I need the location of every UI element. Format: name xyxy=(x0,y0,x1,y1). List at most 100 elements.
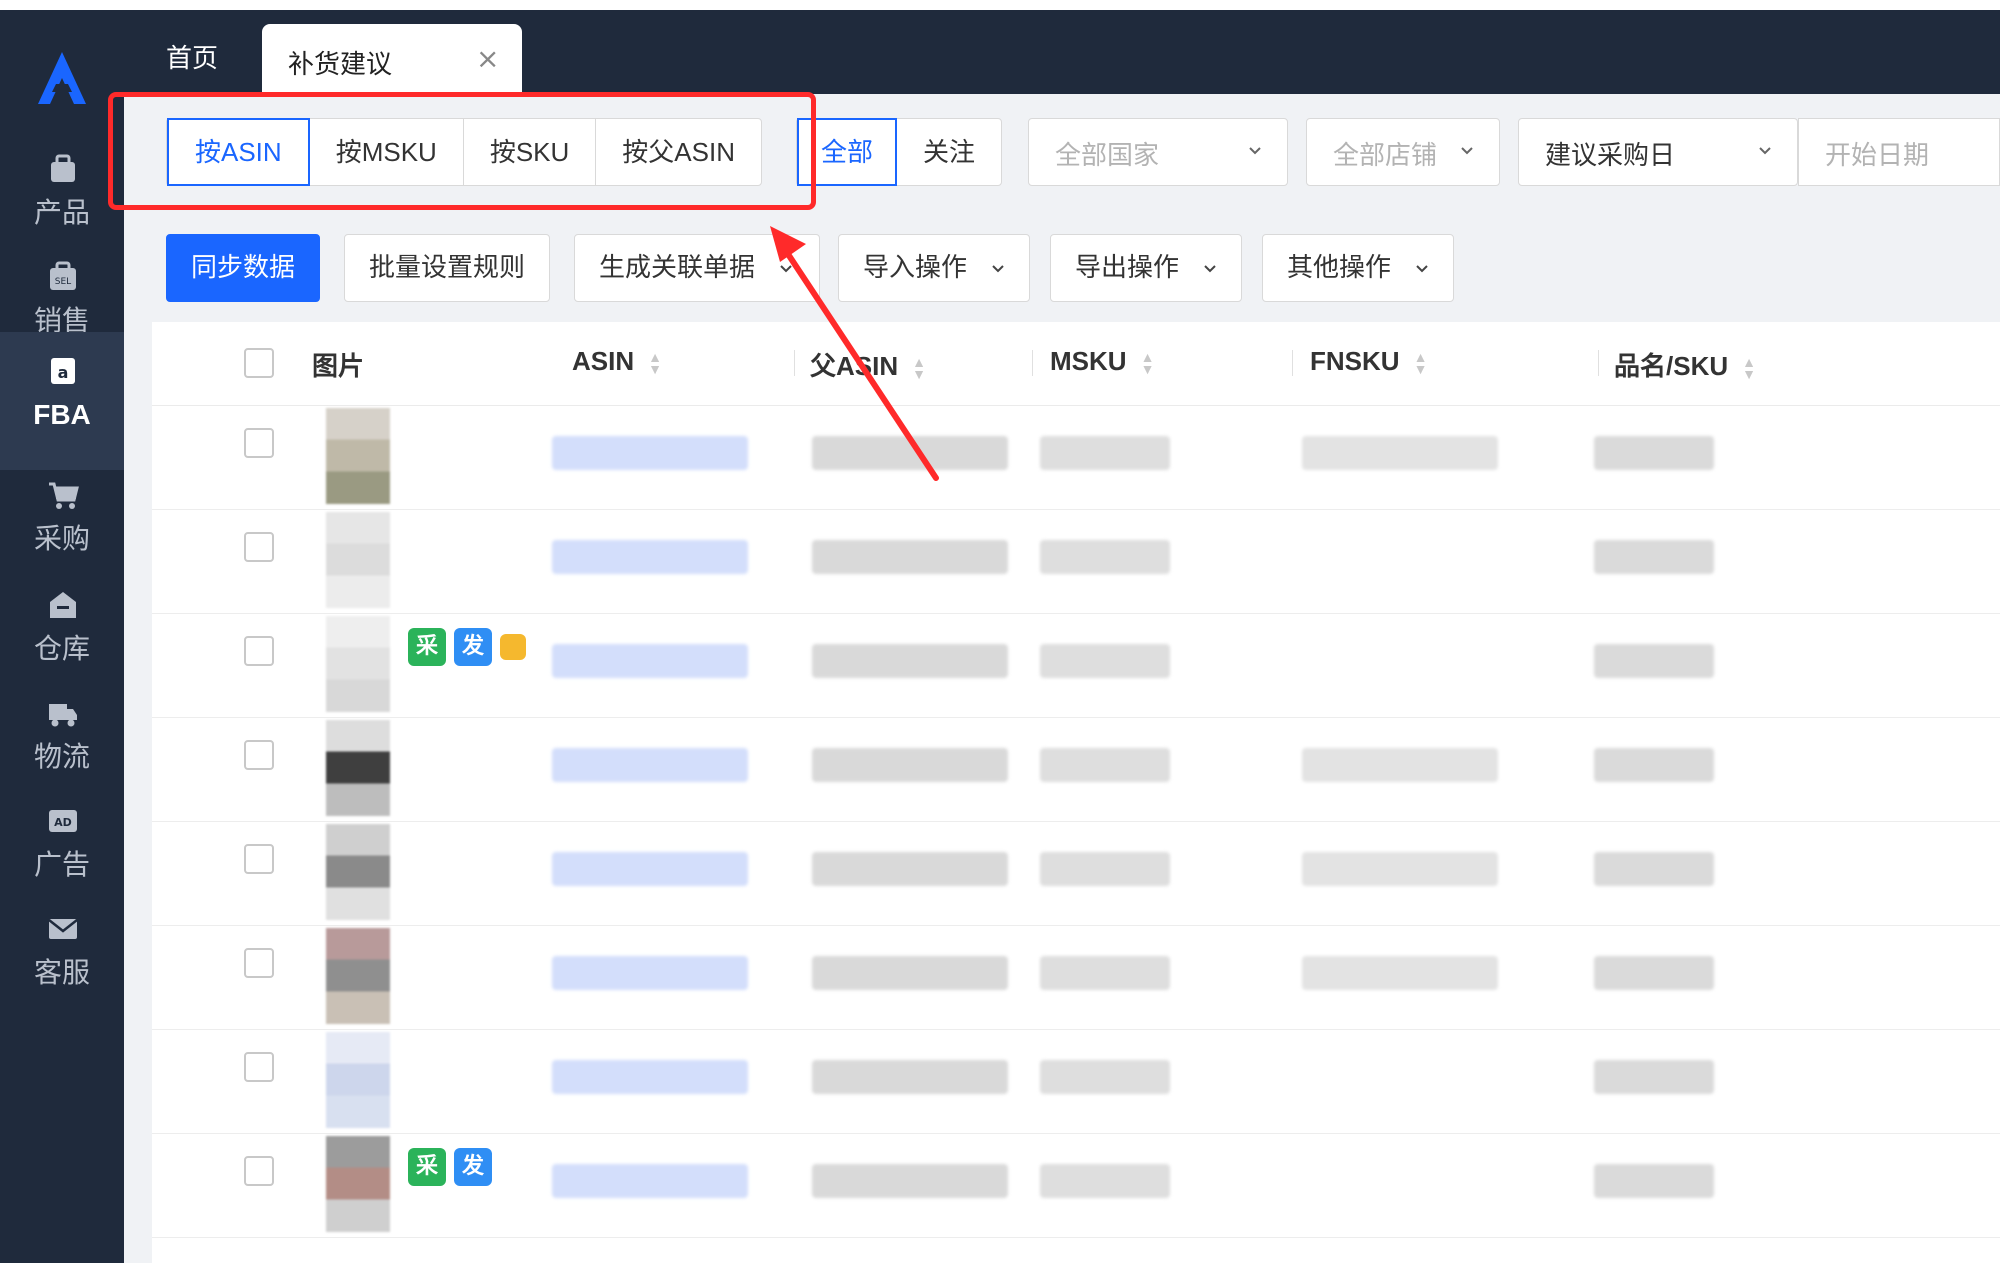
parent-asin-cell xyxy=(812,748,1008,782)
msku-cell xyxy=(1040,540,1170,574)
column-header-fnsku[interactable]: FNSKU ▲ ▼ xyxy=(1310,346,1427,377)
product-thumbnail[interactable] xyxy=(326,408,390,504)
row-checkbox[interactable] xyxy=(244,844,274,874)
product-name-cell xyxy=(1594,540,1714,574)
date-type-select[interactable]: 建议采购日 xyxy=(1518,118,1798,186)
tab-home[interactable]: 首页 xyxy=(166,38,218,75)
row-checkbox[interactable] xyxy=(244,636,274,666)
purchase-tag: 采 xyxy=(408,1148,446,1186)
import-label: 导入操作 xyxy=(863,253,968,283)
asin-cell[interactable] xyxy=(552,956,748,990)
product-thumbnail[interactable] xyxy=(326,720,390,816)
sidebar-item-label: 仓库 xyxy=(33,632,90,665)
parent-asin-cell xyxy=(812,436,1008,470)
column-header-asin[interactable]: ASIN ▲ ▼ xyxy=(572,346,662,377)
select-all-checkbox[interactable] xyxy=(244,348,274,378)
column-header-msku[interactable]: MSKU ▲ ▼ xyxy=(1050,346,1154,377)
warehouse-icon xyxy=(50,592,76,618)
product-thumbnail[interactable] xyxy=(326,928,390,1024)
logo-icon[interactable] xyxy=(30,46,94,110)
asin-cell[interactable] xyxy=(552,540,748,574)
scope-followed[interactable]: 关注 xyxy=(897,119,1001,185)
date-type-value: 建议采购日 xyxy=(1545,141,1676,171)
sort-icon[interactable]: ▲ ▼ xyxy=(1742,355,1756,381)
batch-rules-button[interactable]: 批量设置规则 xyxy=(344,234,551,302)
row-checkbox[interactable] xyxy=(244,1156,274,1186)
export-label: 导出操作 xyxy=(1075,253,1180,283)
sales-icon: SEL xyxy=(50,261,76,290)
msku-cell xyxy=(1040,748,1170,782)
sort-icon[interactable]: ▲ ▼ xyxy=(912,355,926,381)
start-date-input[interactable]: 开始日期 xyxy=(1798,118,2000,186)
row-checkbox[interactable] xyxy=(244,428,274,458)
table-row[interactable] xyxy=(152,406,2000,510)
fnsku-cell xyxy=(1302,956,1498,990)
sidebar: 产品 SEL 销售 a FBA 采购 仓库 物流 AD 广告 客服 xyxy=(0,10,124,1263)
ship-tag: 发 xyxy=(454,628,492,666)
table-row[interactable]: 采发 xyxy=(152,614,2000,718)
close-icon[interactable]: × xyxy=(476,42,499,75)
table-row[interactable] xyxy=(152,1030,2000,1134)
asin-cell[interactable] xyxy=(552,1164,748,1198)
import-menu-button[interactable]: 导入操作 xyxy=(838,234,1031,302)
mail-icon xyxy=(48,919,78,939)
generate-orders-button[interactable]: 生成关联单据 xyxy=(574,234,820,302)
column-divider xyxy=(794,350,795,376)
chevron-down-icon xyxy=(780,264,792,272)
row-checkbox[interactable] xyxy=(244,1052,274,1082)
row-checkbox[interactable] xyxy=(244,532,274,562)
table-header: 图片 ASIN ▲ ▼ 父ASIN ▲ ▼ MSKU ▲ ▼ FNSKU ▲ ▼ 品名/SKU ▲… xyxy=(152,322,2000,406)
sidebar-item-fba[interactable]: a FBA xyxy=(0,332,124,470)
column-header-parent-asin[interactable]: 父ASIN ▲ ▼ xyxy=(810,346,926,383)
product-thumbnail[interactable] xyxy=(326,512,390,608)
msku-cell xyxy=(1040,1060,1170,1094)
asin-cell[interactable] xyxy=(552,748,748,782)
msku-cell xyxy=(1040,644,1170,678)
start-date-placeholder: 开始日期 xyxy=(1825,141,1930,171)
row-checkbox[interactable] xyxy=(244,740,274,770)
row-checkbox[interactable] xyxy=(244,948,274,978)
table-row[interactable] xyxy=(152,926,2000,1030)
truck-icon xyxy=(49,704,77,727)
asin-cell[interactable] xyxy=(552,1060,748,1094)
asin-cell[interactable] xyxy=(552,436,748,470)
tab-replenishment[interactable]: 补货建议 × xyxy=(262,24,522,94)
product-name-cell xyxy=(1594,1164,1714,1198)
app-window: 产品 SEL 销售 a FBA 采购 仓库 物流 AD 广告 客服 首页 补货建… xyxy=(0,0,2000,1263)
sync-data-button[interactable]: 同步数据 xyxy=(166,234,321,302)
flag-icon xyxy=(500,634,526,660)
parent-asin-cell xyxy=(812,1164,1008,1198)
sidebar-item-label: 物流 xyxy=(33,740,90,773)
product-name-cell xyxy=(1594,436,1714,470)
product-thumbnail[interactable] xyxy=(326,824,390,920)
generate-orders-label: 生成关联单据 xyxy=(599,253,756,283)
other-label: 其他操作 xyxy=(1287,253,1392,283)
parent-asin-cell xyxy=(812,644,1008,678)
chevron-down-icon xyxy=(992,264,1004,272)
sidebar-item-service[interactable]: 客服 xyxy=(0,890,124,1028)
asin-cell[interactable] xyxy=(552,852,748,886)
parent-asin-cell xyxy=(812,852,1008,886)
chevron-down-icon xyxy=(1249,147,1261,155)
shop-select[interactable]: 全部店铺 xyxy=(1306,118,1500,186)
column-header-product-name-sku[interactable]: 品名/SKU ▲ ▼ xyxy=(1614,346,1756,383)
parent-asin-cell xyxy=(812,1060,1008,1094)
table-row[interactable] xyxy=(152,822,2000,926)
country-select-placeholder: 全部国家 xyxy=(1055,141,1160,171)
product-thumbnail[interactable] xyxy=(326,1136,390,1232)
other-menu-button[interactable]: 其他操作 xyxy=(1262,234,1455,302)
table-row[interactable]: 采发 xyxy=(152,1134,2000,1238)
table-row[interactable] xyxy=(152,510,2000,614)
country-select[interactable]: 全部国家 xyxy=(1028,118,1288,186)
sort-icon[interactable]: ▲ ▼ xyxy=(648,350,662,376)
fba-icon: a xyxy=(51,358,75,384)
product-thumbnail[interactable] xyxy=(326,616,390,712)
product-thumbnail[interactable] xyxy=(326,1032,390,1128)
sort-icon[interactable]: ▲ ▼ xyxy=(1141,350,1155,376)
parent-asin-cell xyxy=(812,540,1008,574)
export-menu-button[interactable]: 导出操作 xyxy=(1050,234,1243,302)
table-row[interactable] xyxy=(152,718,2000,822)
sort-icon[interactable]: ▲ ▼ xyxy=(1414,350,1428,376)
column-header-image: 图片 xyxy=(312,351,365,381)
asin-cell[interactable] xyxy=(552,644,748,678)
